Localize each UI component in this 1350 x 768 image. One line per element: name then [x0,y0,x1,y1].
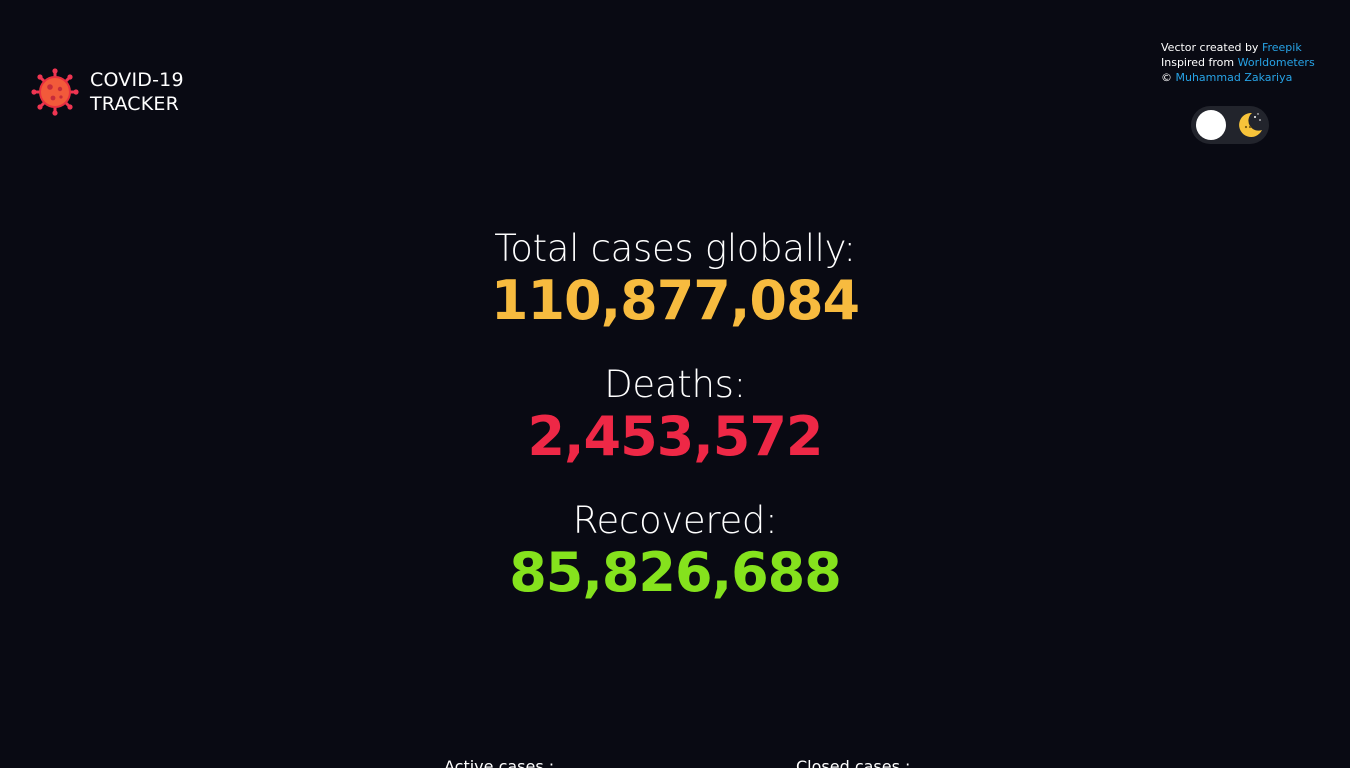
moon-icon [1239,112,1262,137]
freepik-link[interactable]: Freepik [1262,41,1302,54]
theme-toggle[interactable] [1191,106,1269,144]
page: COVID-19 TRACKER Vector created by Freep… [0,0,1350,768]
credit-vector-prefix: Vector created by [1161,41,1262,54]
brand: COVID-19 TRACKER [31,68,184,116]
credit-vector: Vector created by Freepik [1161,40,1315,55]
total-cases-label: Total cases globally: [494,227,856,270]
total-cases-value: 110,877,084 [490,269,860,332]
brand-title-line1: COVID-19 [90,69,184,91]
credit-copyright-prefix: © [1161,71,1176,84]
active-cases-label: Active cases : [444,757,555,768]
recovered-label: Recovered: [572,499,778,542]
credit-inspired-prefix: Inspired from [1161,56,1238,69]
closed-cases-label: Closed cases : [796,757,911,768]
author-link[interactable]: Muhammad Zakariya [1176,71,1293,84]
brand-title: COVID-19 TRACKER [90,68,184,116]
virus-icon [31,68,79,116]
worldometers-link[interactable]: Worldometers [1238,56,1315,69]
deaths-value: 2,453,572 [527,405,823,468]
toggle-knob [1196,110,1226,140]
brand-title-line2: TRACKER [90,93,180,115]
credits: Vector created by Freepik Inspired from … [1161,40,1315,85]
credit-inspired: Inspired from Worldometers [1161,55,1315,70]
global-stats: Total cases globally: 110,877,084 Deaths… [0,226,1350,634]
recovered-value: 85,826,688 [509,541,842,604]
credit-copyright: © Muhammad Zakariya [1161,70,1315,85]
deaths-label: Deaths: [604,363,746,406]
